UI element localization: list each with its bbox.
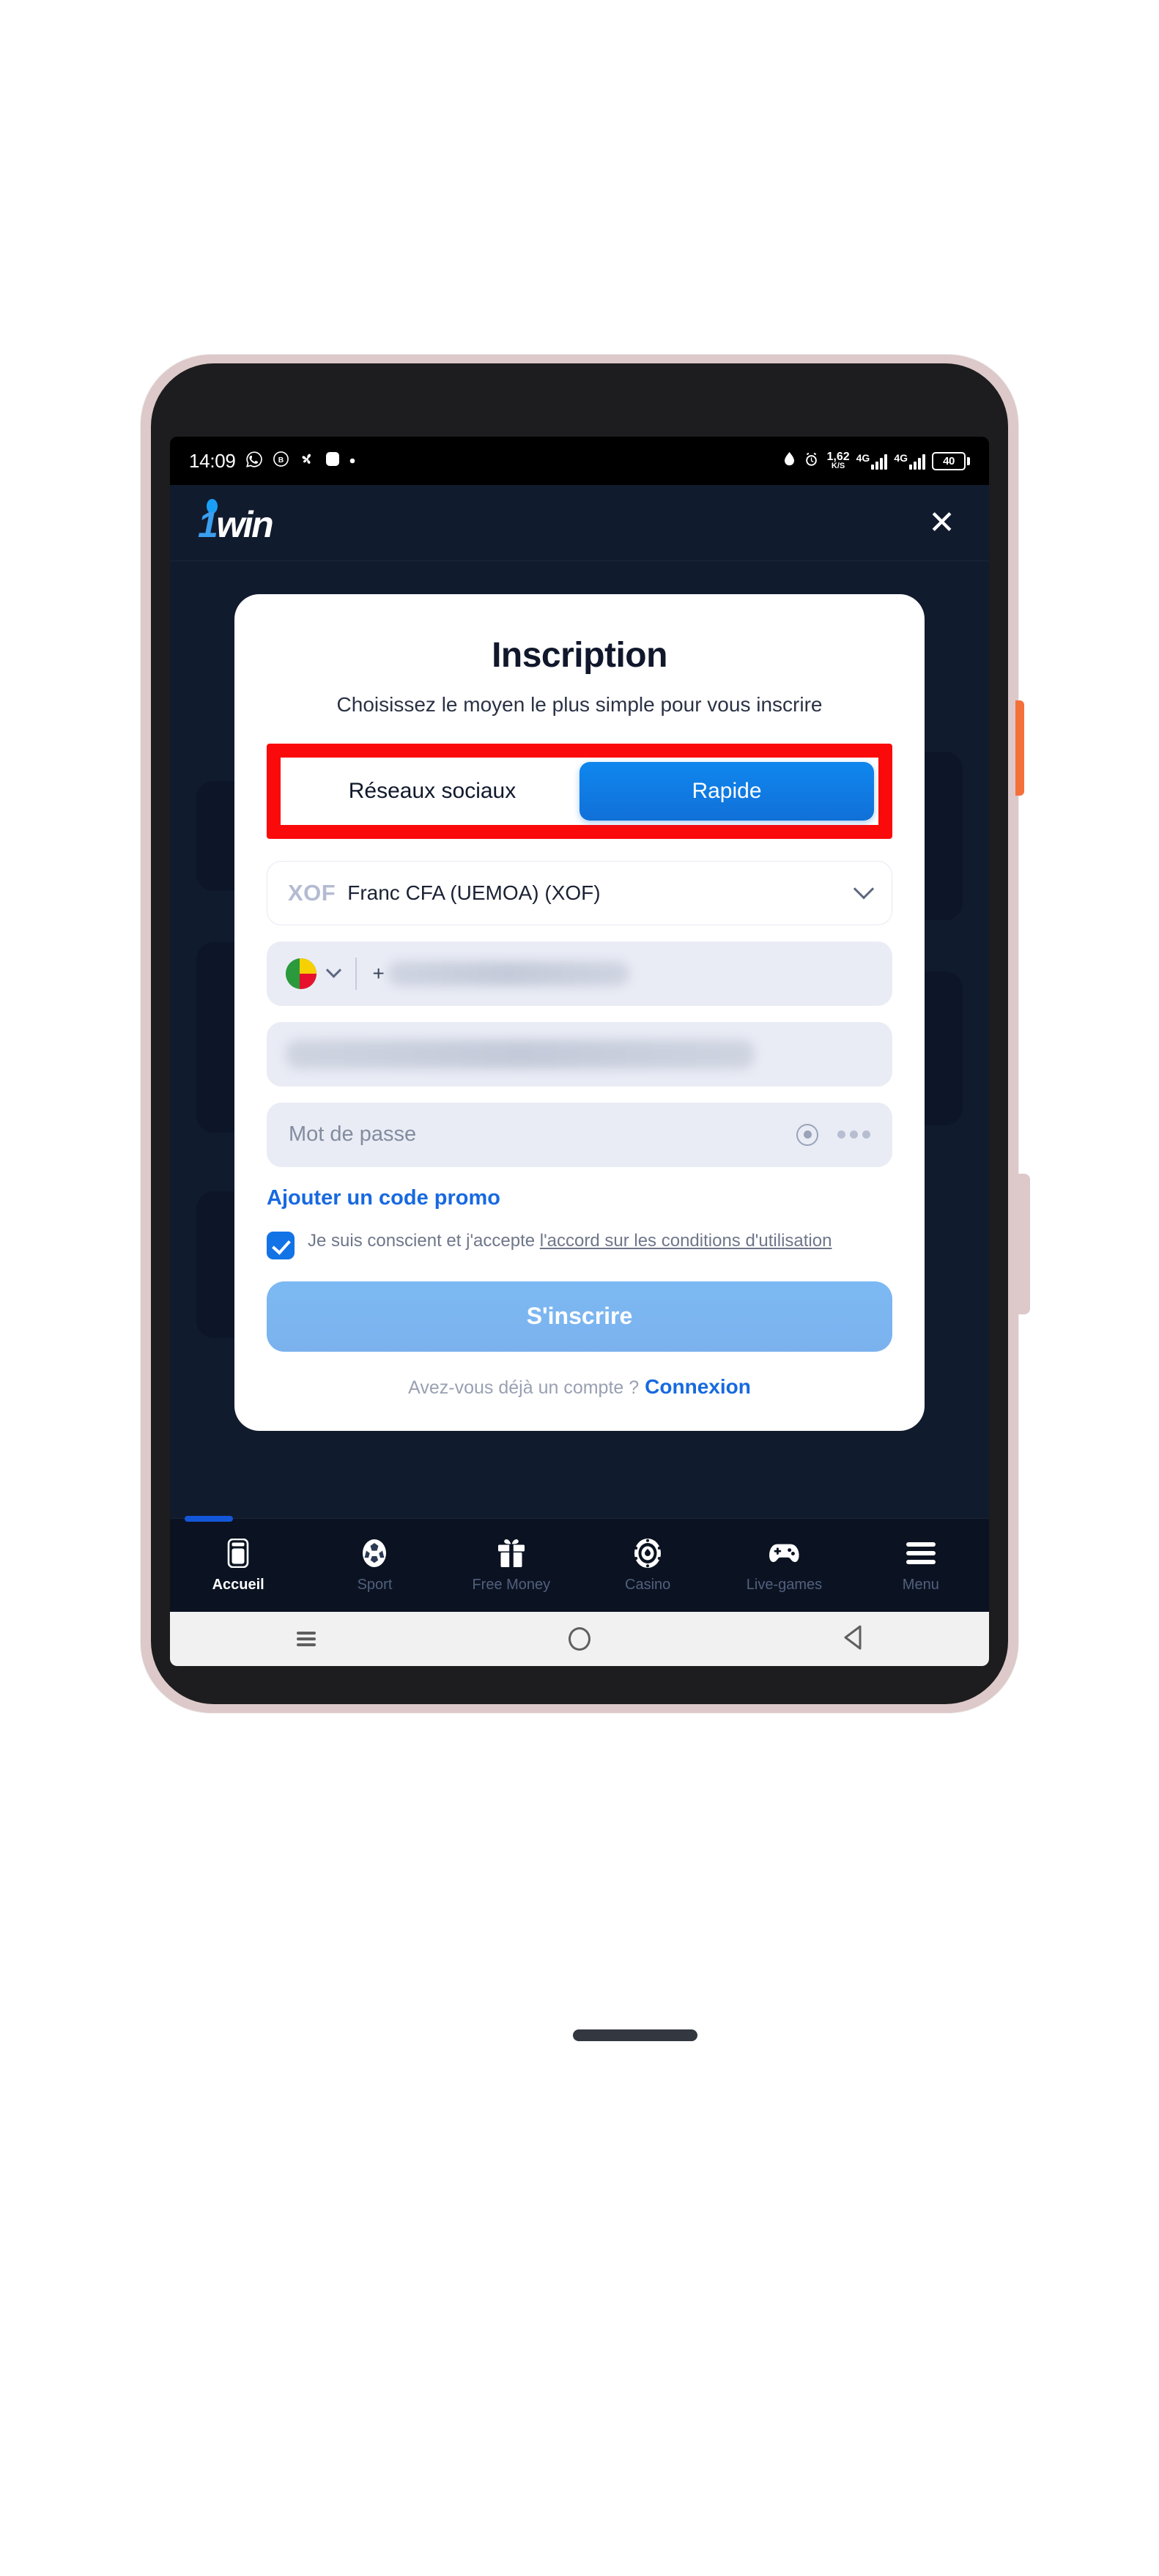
- sim1-network-label: 4G: [856, 452, 870, 464]
- logo-win: win: [216, 503, 273, 545]
- nav-label-live-games: Live-games: [746, 1577, 823, 1593]
- logo-one: 1: [198, 503, 218, 545]
- nav-label-sport: Sport: [357, 1577, 393, 1593]
- status-bar-right: 1,62 K/S 4G 4G 40: [782, 451, 970, 472]
- dot-icon: [349, 454, 355, 467]
- nav-label-accueil: Accueil: [212, 1577, 264, 1593]
- password-actions: [796, 1123, 870, 1146]
- terms-text: Je suis conscient et j'accepte l'accord …: [308, 1229, 832, 1254]
- register-submit-button[interactable]: S'inscrire: [267, 1281, 892, 1352]
- auth-method-tabs: Réseaux sociaux Rapide: [281, 757, 878, 825]
- password-input[interactable]: Mot de passe: [267, 1102, 892, 1167]
- bottom-speaker: [573, 2029, 697, 2041]
- nav-label-free-money: Free Money: [472, 1577, 551, 1593]
- recents-button[interactable]: [281, 1622, 332, 1656]
- more-options-icon[interactable]: [837, 1130, 870, 1139]
- terms-text-lead: Je suis conscient et j'accepte: [308, 1230, 540, 1251]
- power-button[interactable]: [1015, 700, 1024, 796]
- terms-row: Je suis conscient et j'accepte l'accord …: [267, 1229, 892, 1259]
- android-navigation-bar: [170, 1612, 989, 1666]
- nav-item-casino[interactable]: Casino: [580, 1537, 716, 1594]
- add-promo-code-link[interactable]: Ajouter un code promo: [267, 1186, 892, 1210]
- password-placeholder: Mot de passe: [289, 1122, 417, 1147]
- status-bar-left: 14:09 B: [189, 450, 355, 473]
- whatsapp-icon: [245, 451, 263, 472]
- login-prompt: Avez-vous déjà un compte ?: [408, 1377, 640, 1398]
- phone-prefix: +: [372, 961, 385, 985]
- sim2-signal-indicator: 4G: [894, 452, 925, 470]
- svg-text:B: B: [278, 456, 284, 465]
- sim2-network-label: 4G: [894, 452, 908, 464]
- sim1-signal-indicator: 4G: [856, 452, 888, 470]
- currency-code: XOF: [288, 879, 336, 906]
- registration-modal: Inscription Choisissez le moyen le plus …: [234, 594, 925, 1431]
- nav-item-accueil[interactable]: Accueil: [170, 1537, 306, 1594]
- nav-item-sport[interactable]: Sport: [306, 1537, 443, 1594]
- chevron-down-icon: [853, 878, 875, 900]
- currency-name: Franc CFA (UEMOA) (XOF): [347, 881, 601, 904]
- terms-checkbox[interactable]: [267, 1231, 295, 1259]
- auth-method-highlight-box: Réseaux sociaux Rapide: [267, 743, 892, 839]
- terms-link[interactable]: l'accord sur les conditions d'utilisatio…: [540, 1231, 832, 1251]
- login-link[interactable]: Connexion: [645, 1375, 751, 1398]
- 1win-logo[interactable]: 1win: [198, 498, 295, 546]
- back-button[interactable]: [827, 1622, 878, 1656]
- casino-chip-icon: [632, 1537, 664, 1569]
- email-input[interactable]: [267, 1021, 892, 1087]
- gamepad-icon: [768, 1537, 800, 1569]
- phone-number-value-redacted: [387, 961, 629, 986]
- fan-icon: [299, 451, 316, 471]
- currency-select[interactable]: XOF Franc CFA (UEMOA) (XOF): [267, 860, 892, 925]
- network-speed-unit: K/S: [831, 462, 845, 471]
- app-content-backdrop: Inscription Choisissez le moyen le plus …: [170, 561, 989, 1518]
- tab-rapide[interactable]: Rapide: [580, 761, 874, 821]
- water-drop-icon: [782, 451, 796, 472]
- country-chevron-down-icon[interactable]: [325, 963, 342, 979]
- back-triangle-icon: [843, 1625, 863, 1654]
- status-bar: 14:09 B 1,62 K/S 4G 4G 40: [170, 437, 989, 485]
- sim1-bars-icon: [871, 454, 888, 470]
- alarm-icon: [803, 451, 820, 472]
- email-value-redacted: [286, 1039, 755, 1069]
- nav-active-indicator: [185, 1516, 233, 1522]
- nav-item-free-money[interactable]: Free Money: [443, 1537, 580, 1594]
- logo-text: 1win: [198, 503, 274, 546]
- home-button[interactable]: [554, 1622, 605, 1656]
- gift-icon: [495, 1537, 527, 1569]
- phone-screen: 14:09 B 1,62 K/S 4G 4G 40 1win ✕ Inscrip…: [170, 437, 989, 1666]
- volume-rocker-button[interactable]: [1015, 1174, 1030, 1314]
- recents-icon: [297, 1629, 316, 1649]
- battery-level: 40: [932, 451, 966, 470]
- registration-form: XOF Franc CFA (UEMOA) (XOF) + Mot de pas…: [267, 860, 892, 1399]
- page-title: Inscription: [492, 636, 667, 675]
- battery-indicator: 40: [932, 451, 970, 470]
- sim2-bars-icon: [909, 454, 925, 470]
- status-time: 14:09: [189, 449, 236, 472]
- home-circle-icon: [568, 1627, 590, 1651]
- hamburger-icon: [905, 1537, 937, 1569]
- eye-icon[interactable]: [796, 1123, 818, 1146]
- bottom-navigation-bar: Accueil Sport Free Money Casino Live-gam: [170, 1516, 989, 1612]
- nav-item-live-games[interactable]: Live-games: [716, 1537, 852, 1594]
- benin-flag-icon: [286, 958, 316, 989]
- soccer-ball-icon: [358, 1537, 390, 1569]
- tab-reseaux-sociaux[interactable]: Réseaux sociaux: [285, 762, 580, 821]
- network-speed-value: 1,62: [826, 451, 850, 464]
- close-icon[interactable]: ✕: [922, 504, 961, 542]
- field-divider: [355, 957, 357, 990]
- rounded-square-icon: [325, 451, 340, 471]
- nav-label-casino: Casino: [625, 1577, 671, 1593]
- modal-subtitle: Choisissez le moyen le plus simple pour …: [336, 693, 823, 716]
- b-circle-icon: B: [273, 451, 289, 471]
- home-phone-icon: [222, 1537, 254, 1569]
- phone-number-input[interactable]: +: [267, 941, 892, 1006]
- app-header: 1win ✕: [170, 485, 989, 561]
- nav-item-menu[interactable]: Menu: [853, 1537, 989, 1594]
- nav-label-menu: Menu: [902, 1577, 939, 1593]
- network-speed-indicator: 1,62 K/S: [826, 451, 850, 471]
- battery-tip-icon: [967, 456, 970, 465]
- login-row: Avez-vous déjà un compte ? Connexion: [267, 1375, 892, 1399]
